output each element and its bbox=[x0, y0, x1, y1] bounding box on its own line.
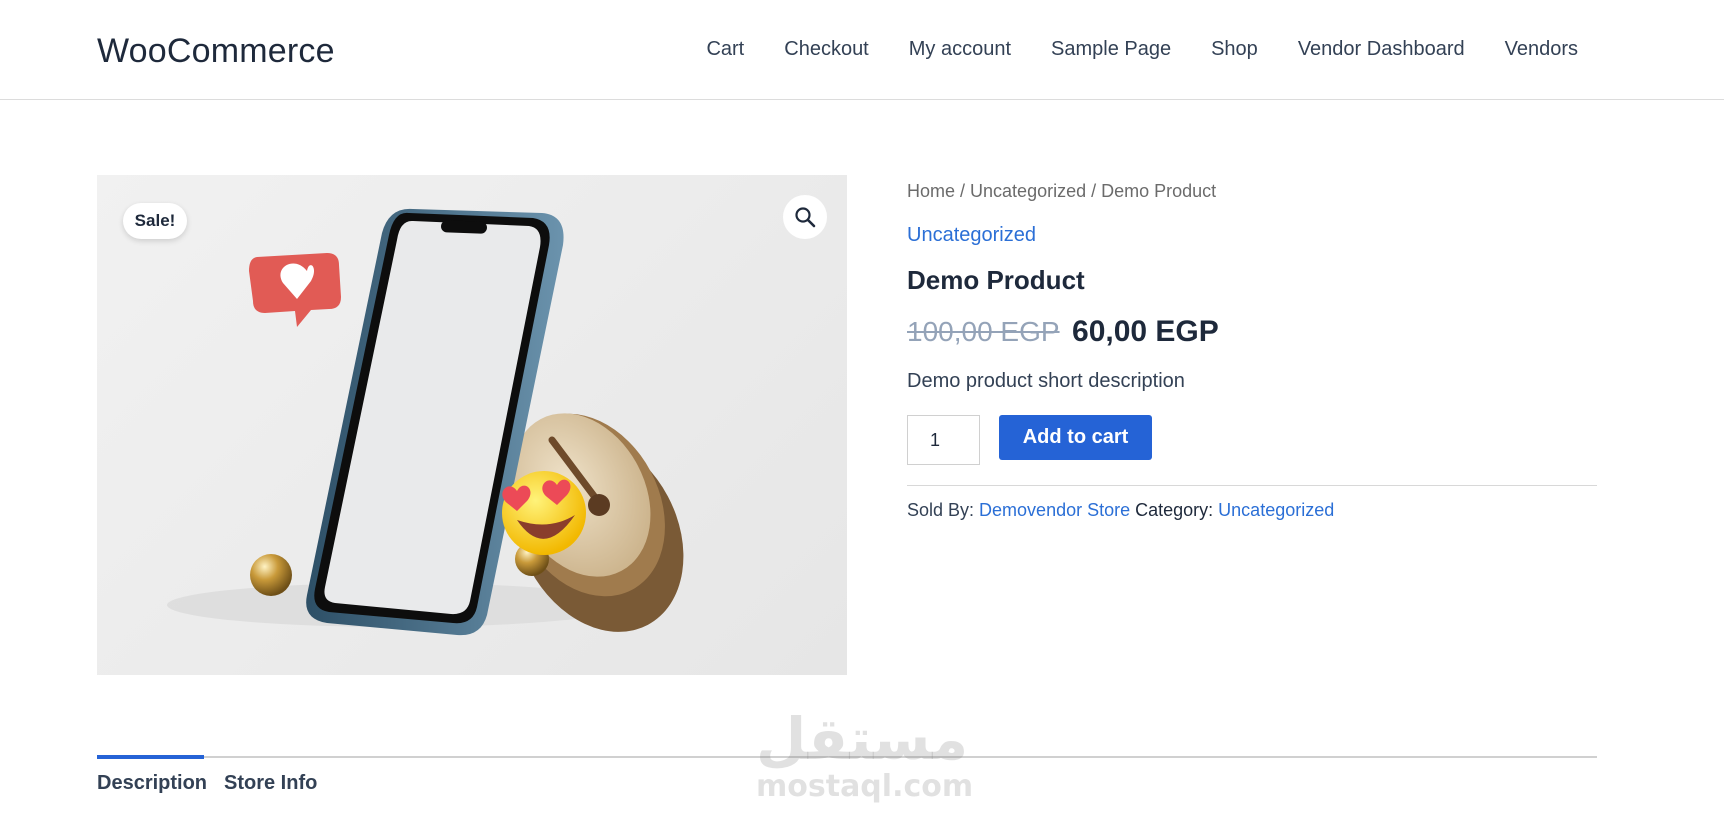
watermark-arabic: مستقل bbox=[756, 705, 969, 773]
product-image bbox=[167, 208, 684, 636]
sale-price: 60,00 EGP bbox=[1072, 315, 1219, 348]
nav-checkout[interactable]: Checkout bbox=[784, 38, 869, 61]
breadcrumb-current: Demo Product bbox=[1101, 181, 1217, 201]
site-header: WooCommerce Cart Checkout My account Sam… bbox=[0, 0, 1724, 100]
nav-my-account[interactable]: My account bbox=[909, 38, 1011, 61]
nav-vendors[interactable]: Vendors bbox=[1505, 38, 1578, 61]
product-gallery[interactable]: Sale! bbox=[97, 175, 847, 675]
heart-eyes-emoji-graphic bbox=[502, 471, 586, 555]
tab-store-info[interactable]: Store Info bbox=[224, 772, 317, 795]
site-title[interactable]: WooCommerce bbox=[97, 32, 335, 71]
breadcrumb: Home / Uncategorized / Demo Product bbox=[907, 181, 1216, 202]
tab-description[interactable]: Description bbox=[97, 772, 207, 795]
heart-bubble-graphic bbox=[249, 253, 341, 327]
active-tab-indicator bbox=[97, 755, 204, 759]
product-category-link[interactable]: Uncategorized bbox=[907, 224, 1036, 247]
breadcrumb-separator: / bbox=[1086, 181, 1102, 201]
breadcrumb-home[interactable]: Home bbox=[907, 181, 955, 201]
quantity-input[interactable] bbox=[907, 415, 980, 465]
main-nav: Cart Checkout My account Sample Page Sho… bbox=[666, 38, 1578, 61]
product-meta: Sold By: Demovendor Store Category: Unca… bbox=[907, 500, 1334, 521]
breadcrumb-category[interactable]: Uncategorized bbox=[970, 181, 1086, 201]
meta-category-link[interactable]: Uncategorized bbox=[1218, 500, 1334, 520]
tabs-divider bbox=[97, 756, 1597, 758]
category-label: Category: bbox=[1130, 500, 1219, 520]
gold-ball-graphic bbox=[250, 554, 292, 596]
regular-price: 100,00 EGP bbox=[907, 316, 1060, 347]
breadcrumb-separator: / bbox=[955, 181, 971, 201]
nav-vendor-dashboard[interactable]: Vendor Dashboard bbox=[1298, 38, 1465, 61]
add-to-cart-button[interactable]: Add to cart bbox=[999, 415, 1152, 460]
sold-by-label: Sold By: bbox=[907, 500, 980, 520]
short-description: Demo product short description bbox=[907, 370, 1185, 392]
zoom-button[interactable] bbox=[783, 195, 827, 239]
nav-shop[interactable]: Shop bbox=[1211, 38, 1258, 61]
nav-cart[interactable]: Cart bbox=[706, 38, 744, 61]
sale-badge: Sale! bbox=[123, 203, 187, 239]
nav-sample-page[interactable]: Sample Page bbox=[1051, 38, 1171, 61]
product-title: Demo Product bbox=[907, 265, 1085, 295]
divider bbox=[907, 485, 1597, 486]
magnifier-icon bbox=[795, 207, 816, 228]
vendor-link[interactable]: Demovendor Store bbox=[979, 500, 1130, 520]
watermark-latin: mostaql.com bbox=[756, 769, 974, 804]
product-price: 100,00 EGP 60,00 EGP bbox=[907, 315, 1219, 349]
